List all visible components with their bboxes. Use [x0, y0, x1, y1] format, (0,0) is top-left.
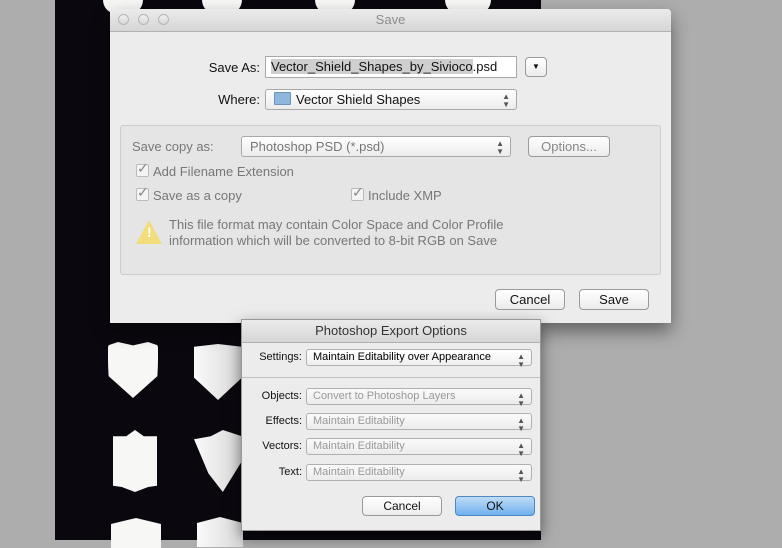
- vectors-label: Vectors:: [262, 440, 302, 452]
- save-titlebar: Save: [110, 9, 671, 32]
- warning-message: This file format may contain Color Space…: [169, 217, 504, 249]
- chevron-down-icon: ▼: [532, 62, 540, 71]
- save-as-copy-checkbox[interactable]: Save as a copy: [136, 184, 242, 203]
- options-button[interactable]: Options...: [528, 136, 610, 157]
- checkmark-icon: [136, 160, 149, 177]
- updown-arrows-icon: ▲ ▼: [502, 92, 510, 109]
- effects-label: Effects:: [265, 415, 302, 427]
- close-button[interactable]: [118, 14, 129, 25]
- settings-popup[interactable]: Maintain Editability over Appearance ▲ ▼: [306, 349, 532, 369]
- updown-arrows-icon: ▲ ▼: [517, 391, 525, 408]
- shield-shape: [194, 430, 242, 492]
- where-value: Vector Shield Shapes: [296, 92, 421, 107]
- save-button[interactable]: Save: [579, 289, 649, 310]
- zoom-button[interactable]: [158, 14, 169, 25]
- updown-arrows-icon: ▲ ▼: [517, 467, 525, 484]
- include-xmp-label: Include XMP: [368, 188, 442, 203]
- cancel-button[interactable]: Cancel: [495, 289, 565, 310]
- format-value: Photoshop PSD (*.psd): [250, 139, 385, 154]
- shield-shape: [113, 430, 157, 492]
- shield-shape: [111, 518, 161, 548]
- effects-popup[interactable]: Maintain Editability ▲ ▼: [306, 413, 532, 433]
- effects-value: Maintain Editability: [313, 415, 405, 427]
- format-popup[interactable]: Photoshop PSD (*.psd) ▲ ▼: [241, 136, 511, 157]
- text-value: Maintain Editability: [313, 466, 405, 478]
- options-group: Save copy as: Photoshop PSD (*.psd) ▲ ▼ Op…: [120, 125, 661, 275]
- vectors-value: Maintain Editability: [313, 440, 405, 452]
- filename-input[interactable]: Vector_Shield_Shapes_by_Sivioco.psd: [265, 56, 517, 78]
- warning-icon: [136, 220, 162, 244]
- ok-button[interactable]: OK: [455, 496, 535, 516]
- filename-extension: .psd: [472, 59, 498, 74]
- where-popup[interactable]: Vector Shield Shapes ▲ ▼: [265, 89, 517, 110]
- save-as-label: Save As:: [208, 60, 260, 75]
- photoshop-export-options-dialog: Photoshop Export Options Settings: Maint…: [241, 319, 541, 531]
- checkmark-icon: [351, 184, 364, 201]
- separator: [242, 377, 540, 378]
- save-as-copy-label: Save as a copy: [153, 188, 242, 203]
- minimize-button[interactable]: [138, 14, 149, 25]
- settings-value: Maintain Editability over Appearance: [313, 351, 491, 363]
- dialog-title: Save: [375, 12, 406, 27]
- updown-arrows-icon: ▲ ▼: [517, 441, 525, 458]
- include-xmp-checkbox[interactable]: Include XMP: [351, 184, 442, 203]
- where-label: Where:: [218, 92, 260, 107]
- updown-arrows-icon: ▲ ▼: [517, 416, 525, 433]
- updown-arrows-icon: ▲ ▼: [517, 352, 525, 369]
- settings-label: Settings:: [259, 351, 302, 363]
- expand-button[interactable]: ▼: [525, 57, 547, 77]
- save-dialog: Save Save As: Vector_Shield_Shapes_by_Si…: [110, 9, 671, 323]
- warning-line-2: information which will be converted to 8…: [169, 233, 498, 248]
- export-dialog-title: Photoshop Export Options: [242, 320, 540, 343]
- checkmark-icon: [136, 184, 149, 201]
- export-cancel-button[interactable]: Cancel: [362, 496, 442, 516]
- updown-arrows-icon: ▲ ▼: [496, 139, 504, 156]
- objects-value: Convert to Photoshop Layers: [313, 390, 456, 402]
- objects-label: Objects:: [261, 390, 302, 402]
- shield-shape: [108, 342, 158, 398]
- add-extension-checkbox[interactable]: Add Filename Extension: [136, 160, 294, 179]
- filename-selection: Vector_Shield_Shapes_by_Sivioco: [271, 59, 473, 74]
- folder-icon: [274, 92, 291, 105]
- warning-line-1: This file format may contain Color Space…: [169, 217, 504, 232]
- add-extension-label: Add Filename Extension: [153, 164, 294, 179]
- shield-shape: [197, 517, 243, 547]
- text-label: Text:: [278, 466, 302, 478]
- vectors-popup[interactable]: Maintain Editability ▲ ▼: [306, 438, 532, 458]
- shield-shape: [194, 344, 242, 400]
- save-copy-as-label: Save copy as:: [132, 139, 214, 154]
- text-popup[interactable]: Maintain Editability ▲ ▼: [306, 464, 532, 484]
- objects-popup[interactable]: Convert to Photoshop Layers ▲ ▼: [306, 388, 532, 408]
